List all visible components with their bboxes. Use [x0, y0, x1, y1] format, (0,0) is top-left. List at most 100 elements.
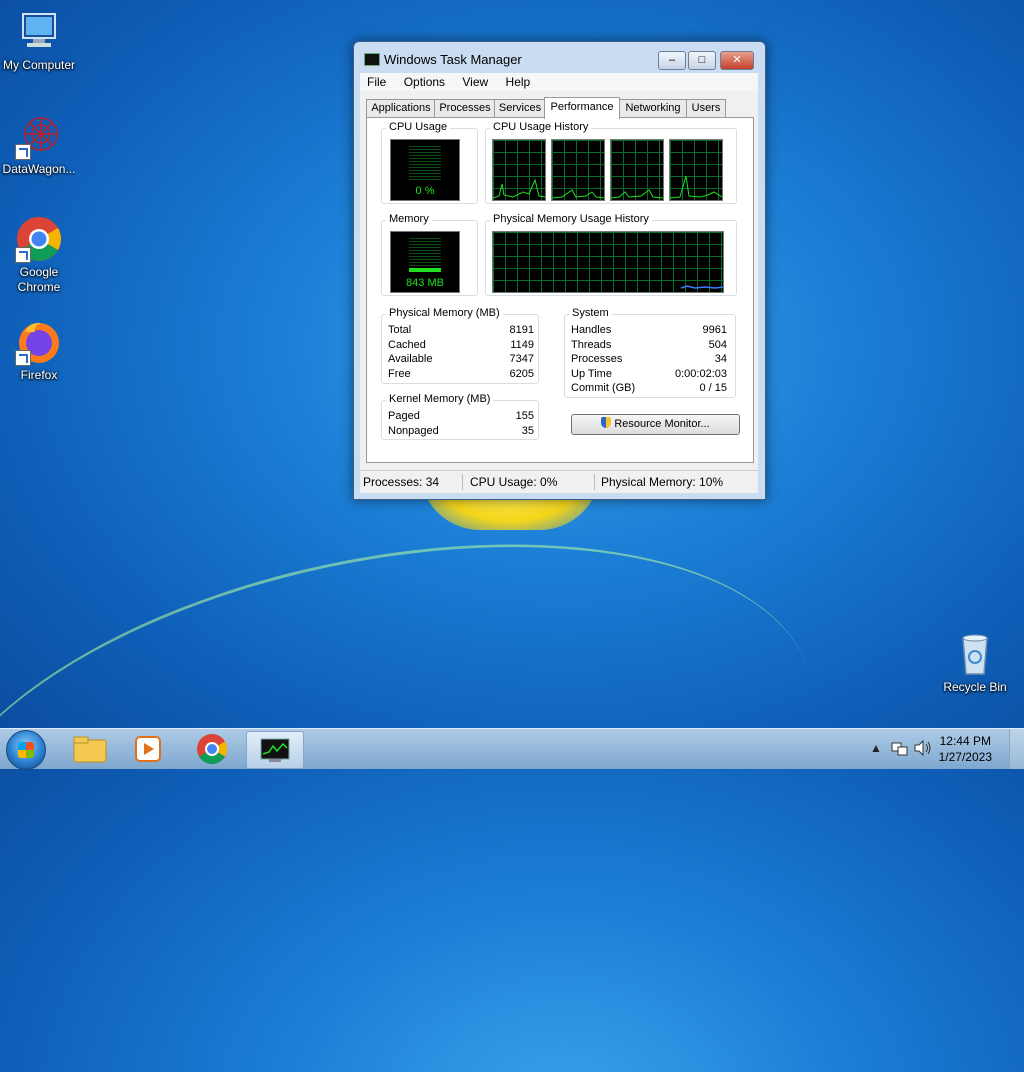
row-value: 35 — [521, 425, 534, 437]
taskbar: ▲ 12:44 PM 1/27/2023 — [0, 728, 1024, 770]
show-desktop-button[interactable] — [1009, 729, 1024, 769]
status-cpu-usage: CPU Usage: 0% — [470, 475, 558, 489]
cpu-usage-value: 0 % — [415, 185, 435, 197]
shortcut-arrow-icon — [15, 144, 31, 160]
tab-users[interactable]: Users — [686, 99, 726, 117]
tab-performance[interactable]: Performance — [544, 97, 620, 119]
row-value: 155 — [515, 410, 534, 422]
tray-show-hidden-icons[interactable]: ▲ — [870, 741, 882, 755]
tab-networking[interactable]: Networking — [618, 99, 688, 117]
system-group: System Handles 9961 Threads 504 Processes 3… — [564, 307, 736, 398]
memory-history-graph — [492, 231, 724, 293]
resource-monitor-button[interactable]: Resource Monitor... — [571, 414, 740, 435]
tab-services[interactable]: Services — [494, 99, 546, 117]
status-bar: Processes: 34 CPU Usage: 0% Physical Mem… — [360, 470, 758, 493]
menu-view[interactable]: View — [455, 73, 495, 89]
physical-memory-row-total: Total 8191 — [388, 324, 534, 336]
title-bar[interactable]: Windows Task Manager – □ ✕ — [354, 42, 765, 74]
row-value: 504 — [708, 339, 727, 351]
meter-bars — [409, 146, 441, 182]
physical-memory-group: Physical Memory (MB) Total 8191 Cached 114… — [381, 307, 539, 384]
minimize-button[interactable]: – — [658, 51, 686, 70]
task-manager-window: Windows Task Manager – □ ✕ File Options … — [353, 41, 766, 500]
cpu-history-graph-core-1 — [492, 139, 546, 201]
tab-processes[interactable]: Processes — [434, 99, 496, 117]
memory-meter-fill — [409, 268, 441, 272]
memory-value: 843 MB — [406, 277, 444, 289]
row-label: Up Time — [571, 368, 612, 380]
desktop-icon-label: Recycle Bin — [943, 680, 1007, 694]
volume-icon[interactable] — [913, 739, 933, 760]
desktop-icon-label: Google Chrome — [17, 265, 61, 294]
system-row-commit: Commit (GB) 0 / 15 — [571, 382, 727, 394]
taskbar-chrome[interactable] — [184, 731, 240, 767]
system-row-processes: Processes 34 — [571, 353, 727, 365]
taskbar-task-manager[interactable] — [246, 731, 304, 769]
desktop-icon-recycle-bin[interactable]: Recycle Bin — [937, 630, 1013, 695]
memory-meter: 843 MB — [390, 231, 460, 293]
desktop-icon-firefox[interactable]: Firefox — [1, 318, 77, 383]
cpu-usage-label: CPU Usage — [386, 121, 451, 133]
taskbar-media-player[interactable] — [120, 731, 176, 767]
memory-label: Memory — [386, 213, 432, 225]
chrome-icon — [197, 734, 228, 765]
system-clock[interactable]: 12:44 PM 1/27/2023 — [939, 733, 992, 765]
row-value: 0 / 15 — [699, 382, 727, 394]
chrome-icon — [15, 215, 63, 263]
status-physical-memory: Physical Memory: 10% — [601, 475, 724, 489]
shortcut-arrow-icon — [15, 350, 31, 366]
physical-memory-row-available: Available 7347 — [388, 353, 534, 365]
folder-icon — [73, 736, 107, 763]
recycle-bin-icon — [951, 630, 999, 678]
performance-panel: CPU Usage 0 % CPU Usage History Memory 8… — [366, 117, 754, 463]
memory-history-group: Physical Memory Usage History — [485, 213, 737, 296]
desktop-icon-datawagon[interactable]: DataWagon... — [1, 112, 77, 177]
resource-monitor-label: Resource Monitor... — [614, 418, 710, 430]
row-value: 8191 — [509, 324, 534, 336]
tab-applications[interactable]: Applications — [366, 99, 436, 117]
row-label: Paged — [388, 410, 420, 422]
menu-help[interactable]: Help — [499, 73, 538, 89]
desktop-icon-my-computer[interactable]: My Computer — [1, 8, 77, 73]
desktop-icon-google-chrome[interactable]: Google Chrome — [1, 215, 77, 295]
kernel-memory-row-nonpaged: Nonpaged 35 — [388, 425, 534, 437]
window-title: Windows Task Manager — [384, 52, 522, 67]
memory-group: Memory 843 MB — [381, 213, 478, 296]
physical-memory-row-cached: Cached 1149 — [388, 339, 534, 351]
close-button[interactable]: ✕ — [720, 51, 754, 70]
computer-icon — [15, 8, 63, 56]
task-manager-app-icon — [364, 53, 380, 66]
uac-shield-icon — [601, 417, 612, 428]
system-row-threads: Threads 504 — [571, 339, 727, 351]
row-label: Processes — [571, 353, 623, 365]
start-button[interactable] — [6, 730, 46, 770]
taskbar-explorer[interactable] — [62, 731, 118, 767]
task-manager-icon — [260, 738, 290, 762]
status-processes: Processes: 34 — [363, 475, 440, 489]
memory-history-label: Physical Memory Usage History — [490, 213, 652, 225]
row-value: 9961 — [702, 324, 727, 336]
desktop-icon-label: Firefox — [20, 368, 58, 382]
row-value: 7347 — [509, 353, 534, 365]
cpu-usage-group: CPU Usage 0 % — [381, 121, 478, 204]
window-client-area: Applications Processes Services Performa… — [360, 91, 758, 493]
media-player-icon — [135, 736, 161, 762]
kernel-memory-row-paged: Paged 155 — [388, 410, 534, 422]
menu-file[interactable]: File — [360, 73, 393, 89]
row-value: 34 — [714, 353, 727, 365]
cpu-history-graph-core-2 — [551, 139, 605, 201]
cpu-history-graph-core-3 — [610, 139, 664, 201]
kernel-memory-group: Kernel Memory (MB) Paged 155 Nonpaged 35 — [381, 393, 539, 440]
row-label: Commit (GB) — [571, 382, 636, 394]
row-label: Handles — [571, 324, 612, 336]
status-separator — [594, 474, 595, 490]
physical-memory-title: Physical Memory (MB) — [386, 307, 503, 319]
clock-time: 12:44 PM — [939, 734, 991, 748]
kernel-memory-title: Kernel Memory (MB) — [386, 393, 494, 405]
maximize-button[interactable]: □ — [688, 51, 716, 70]
menu-options[interactable]: Options — [397, 73, 452, 89]
system-title: System — [569, 307, 612, 319]
row-label: Free — [388, 368, 411, 380]
row-value: 6205 — [509, 368, 534, 380]
network-icon[interactable] — [890, 739, 908, 760]
